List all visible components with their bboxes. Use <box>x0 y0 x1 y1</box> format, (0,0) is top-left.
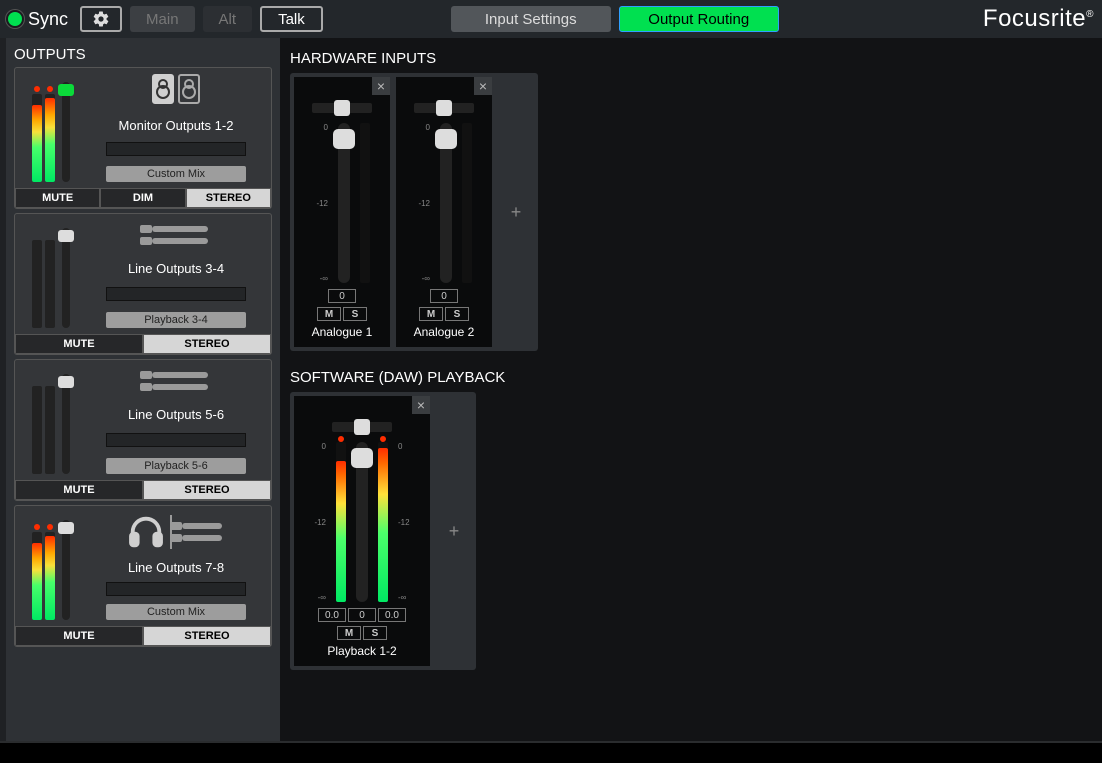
brand-logo: Focusrite® <box>983 5 1094 33</box>
channel-name: Playback 1-2 <box>327 644 396 658</box>
input-settings-tab[interactable]: Input Settings <box>451 6 611 32</box>
mute-toggle[interactable]: M <box>317 307 341 321</box>
output-fader[interactable] <box>62 374 70 474</box>
bottom-bar <box>0 741 1102 763</box>
cable-icon <box>140 220 212 250</box>
output-meters <box>23 74 79 182</box>
speaker-icon <box>178 74 200 104</box>
close-icon[interactable]: × <box>412 396 430 414</box>
channel-name: Analogue 2 <box>414 325 475 339</box>
output-title: Line Outputs 7-8 <box>128 560 224 575</box>
mute-toggle[interactable]: M <box>419 307 443 321</box>
solo-toggle[interactable]: S <box>343 307 367 321</box>
output-mix-label[interactable]: Playback 3-4 <box>106 312 246 328</box>
cable-icon <box>176 517 226 547</box>
channel-meter <box>360 123 370 283</box>
output-name-field[interactable] <box>106 582 246 596</box>
output-name-field[interactable] <box>106 142 246 156</box>
mute-button[interactable]: MUTE <box>15 480 143 500</box>
stereo-button[interactable]: STEREO <box>143 334 271 354</box>
channel-fader[interactable] <box>440 123 452 283</box>
output-mix-label[interactable]: Custom Mix <box>106 166 246 182</box>
channel-fader[interactable] <box>356 442 368 602</box>
hw-inputs-header: HARDWARE INPUTS <box>290 50 1092 67</box>
output-routing-tab[interactable]: Output Routing <box>619 6 779 32</box>
output-meters <box>23 512 79 620</box>
output-card-line56[interactable]: Line Outputs 5-6 Playback 5-6 MUTE STERE… <box>14 359 272 501</box>
output-fader[interactable] <box>62 82 70 182</box>
outputs-header: OUTPUTS <box>14 46 272 67</box>
speaker-icon <box>152 74 174 104</box>
channel-playback12[interactable]: × 0-12-∞ 0-12-∞ 0.0 0 0.0 <box>294 396 430 666</box>
output-title: Line Outputs 3-4 <box>128 261 224 276</box>
add-sw-channel-button[interactable]: + <box>436 396 472 666</box>
sync-status: Sync <box>8 9 68 30</box>
output-card-monitor[interactable]: Monitor Outputs 1-2 Custom Mix MUTE DIM … <box>14 67 272 209</box>
headphone-icon <box>126 512 166 552</box>
output-name-field[interactable] <box>106 433 246 447</box>
settings-button[interactable] <box>80 6 122 32</box>
mute-button[interactable]: MUTE <box>15 334 143 354</box>
mute-button[interactable]: MUTE <box>15 188 100 208</box>
sync-label: Sync <box>28 9 68 30</box>
pan-slider[interactable] <box>414 103 474 113</box>
channel-meter <box>378 442 388 602</box>
sw-playback-header: SOFTWARE (DAW) PLAYBACK <box>290 369 1092 386</box>
output-title: Monitor Outputs 1-2 <box>119 118 234 133</box>
channel-value-l: 0.0 <box>318 608 346 622</box>
output-meters <box>23 366 79 474</box>
dim-button[interactable]: DIM <box>100 188 185 208</box>
channel-analogue2[interactable]: × 0-12-∞ 0 M S Analogue 2 <box>396 77 492 347</box>
cable-icon <box>140 366 212 396</box>
output-fader[interactable] <box>62 228 70 328</box>
output-card-line78[interactable]: Line Outputs 7-8 Custom Mix MUTE STEREO <box>14 505 272 647</box>
output-name-field[interactable] <box>106 287 246 301</box>
channel-fader[interactable] <box>338 123 350 283</box>
scale: 0-12-∞ <box>398 442 412 602</box>
stereo-button[interactable]: STEREO <box>143 480 271 500</box>
main-tab[interactable]: Main <box>130 6 195 32</box>
stereo-button[interactable]: STEREO <box>143 626 271 646</box>
hw-inputs-row: × 0-12-∞ 0 M S Analogue 1 × <box>290 73 538 351</box>
sync-led-icon <box>8 12 22 26</box>
channel-analogue1[interactable]: × 0-12-∞ 0 M S Analogue 1 <box>294 77 390 347</box>
pan-slider[interactable] <box>332 422 392 432</box>
solo-toggle[interactable]: S <box>363 626 387 640</box>
close-icon[interactable]: × <box>372 77 390 95</box>
output-card-line34[interactable]: Line Outputs 3-4 Playback 3-4 MUTE STERE… <box>14 213 272 355</box>
pan-slider[interactable] <box>312 103 372 113</box>
output-meters <box>23 220 79 328</box>
close-icon[interactable]: × <box>474 77 492 95</box>
channel-value: 0 <box>430 289 458 303</box>
gear-icon <box>92 10 110 28</box>
mixer-area: HARDWARE INPUTS × 0-12-∞ 0 M S Anal <box>280 38 1102 741</box>
talk-tab[interactable]: Talk <box>260 6 323 32</box>
stereo-button[interactable]: STEREO <box>186 188 271 208</box>
scale: 0-12-∞ <box>416 123 430 283</box>
output-title: Line Outputs 5-6 <box>128 407 224 422</box>
channel-value-r: 0.0 <box>378 608 406 622</box>
output-mix-label[interactable]: Custom Mix <box>106 604 246 620</box>
alt-tab[interactable]: Alt <box>203 6 253 32</box>
solo-toggle[interactable]: S <box>445 307 469 321</box>
output-mix-label[interactable]: Playback 5-6 <box>106 458 246 474</box>
workspace: OUTPUTS Monitor Outputs 1-2 Custom Mix <box>0 38 1102 741</box>
mute-toggle[interactable]: M <box>337 626 361 640</box>
topbar: Sync Main Alt Talk Input Settings Output… <box>0 0 1102 38</box>
outputs-panel: OUTPUTS Monitor Outputs 1-2 Custom Mix <box>0 38 280 741</box>
channel-name: Analogue 1 <box>312 325 373 339</box>
scale: 0-12-∞ <box>312 442 326 602</box>
scale: 0-12-∞ <box>314 123 328 283</box>
channel-meter <box>336 442 346 602</box>
channel-meter <box>462 123 472 283</box>
output-fader[interactable] <box>62 520 70 620</box>
mute-button[interactable]: MUTE <box>15 626 143 646</box>
add-hw-channel-button[interactable]: + <box>498 77 534 347</box>
channel-value-c: 0 <box>348 608 376 622</box>
sw-playback-row: × 0-12-∞ 0-12-∞ 0.0 0 0.0 <box>290 392 476 670</box>
channel-value: 0 <box>328 289 356 303</box>
